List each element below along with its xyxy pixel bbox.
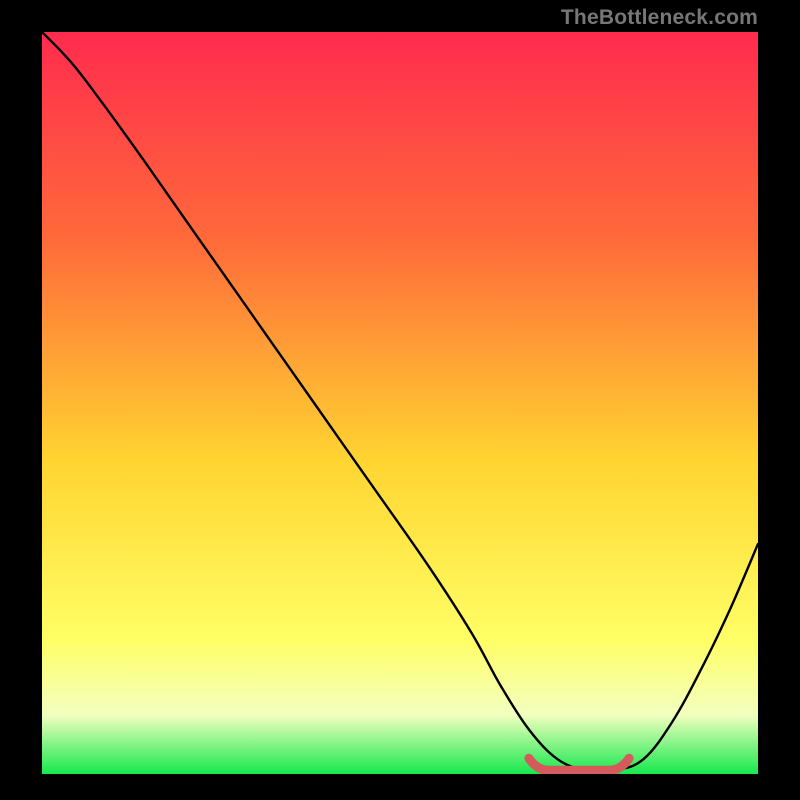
bottleneck-chart (42, 32, 758, 774)
chart-frame: TheBottleneck.com (0, 0, 800, 800)
plot-area (42, 32, 758, 774)
watermark-text: TheBottleneck.com (561, 6, 758, 30)
gradient-background (42, 32, 758, 774)
